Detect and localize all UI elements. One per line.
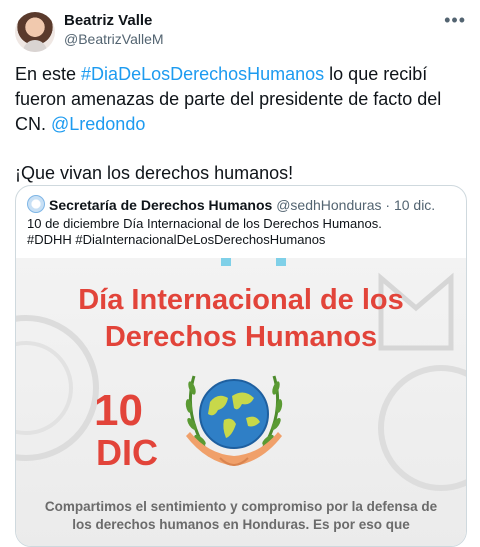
author-avatar[interactable] <box>15 12 55 52</box>
quoted-header: Secretaría de Derechos Humanos @sedhHond… <box>27 195 435 213</box>
tweet-paragraph-1: En este #DiaDeLosDerechosHumanos lo que … <box>15 62 467 137</box>
media-body-line-1: Compartimos el sentimiento y compromiso … <box>44 499 438 514</box>
media-month: DIC <box>96 432 158 473</box>
media-day: 10 <box>94 386 143 435</box>
mention-link[interactable]: @Lredondo <box>51 114 145 134</box>
media-body-line-2: los derechos humanos en Honduras. Es por… <box>72 517 410 532</box>
tweet-text: En este #DiaDeLosDerechosHumanos lo que … <box>15 62 467 186</box>
globe-in-hands-icon <box>185 375 283 466</box>
tweet-header: Beatriz Valle @BeatrizValleM ••• <box>0 0 480 60</box>
quoted-text-line-1: 10 de diciembre Día Internacional de los… <box>27 216 382 231</box>
quoted-author-handle: @sedhHonduras <box>276 197 382 213</box>
tweet-prefix: En este <box>15 64 82 84</box>
hashtag-link[interactable]: #DiaDeLosDerechosHumanos <box>81 64 324 84</box>
author-name[interactable]: Beatriz Valle <box>64 12 152 29</box>
quoted-text-line-2: #DDHH #DiaInternacionalDeLosDerechosHuma… <box>27 232 326 247</box>
quoted-date[interactable]: 10 dic. <box>394 197 435 213</box>
quoted-author-name: Secretaría de Derechos Humanos <box>49 197 273 213</box>
ellipsis-icon[interactable]: ••• <box>444 10 466 31</box>
top-decoration <box>221 258 286 266</box>
tweet-paragraph-2: ¡Que vivan los derechos humanos! <box>15 163 294 183</box>
author-handle[interactable]: @BeatrizValleM <box>64 31 164 47</box>
quoted-tweet[interactable]: Secretaría de Derechos Humanos @sedhHond… <box>15 185 467 547</box>
quoted-avatar <box>27 195 45 213</box>
quoted-text: 10 de diciembre Día Internacional de los… <box>27 216 457 248</box>
media-title-line-1: Día Internacional de los <box>78 284 404 316</box>
quoted-media-image[interactable]: Día Internacional de los Derechos Humano… <box>16 258 466 546</box>
meta-separator: · <box>385 197 391 213</box>
media-title-line-2: Derechos Humanos <box>104 321 378 353</box>
